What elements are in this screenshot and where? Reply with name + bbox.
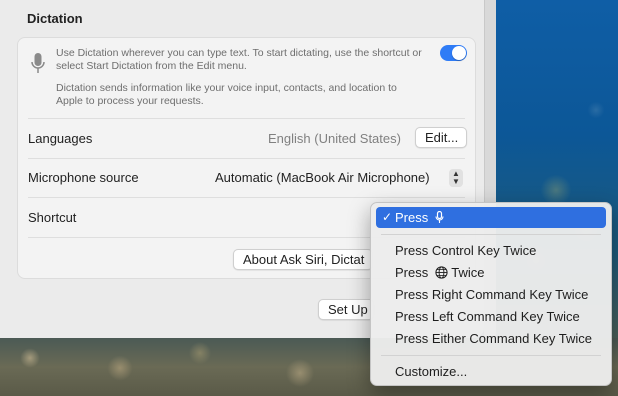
chevron-updown-icon: ▲ ▼ — [449, 169, 463, 187]
languages-label: Languages — [28, 131, 93, 146]
dictation-description: Use Dictation wherever you can type text… — [56, 47, 422, 72]
menu-item-either-command-twice[interactable]: Press Either Command Key Twice — [376, 328, 606, 349]
menu-item-suffix: Twice — [451, 265, 485, 280]
set-up-button[interactable]: Set Up — [318, 299, 374, 320]
edit-languages-button[interactable]: Edit... — [415, 127, 467, 148]
dictation-toggle[interactable] — [440, 45, 467, 61]
divider — [28, 118, 465, 119]
checkmark-icon: ✓ — [382, 210, 393, 224]
menu-item-right-command-twice[interactable]: Press Right Command Key Twice — [376, 284, 606, 305]
menu-item-control-twice[interactable]: Press Control Key Twice — [376, 240, 606, 261]
section-title: Dictation — [27, 11, 83, 26]
menu-item-press-mic[interactable]: ✓ Press — [376, 207, 606, 228]
menu-item-customize[interactable]: Customize... — [376, 361, 606, 382]
languages-value: English (United States) — [268, 131, 401, 146]
divider — [28, 158, 465, 159]
menu-item-label: Press — [395, 265, 429, 280]
shortcut-label: Shortcut — [28, 210, 77, 225]
menu-item-label: Press — [395, 210, 429, 225]
dictation-privacy-note: Dictation sends information like your vo… — [56, 82, 397, 107]
about-siri-button[interactable]: About Ask Siri, Dictat — [233, 249, 373, 270]
divider — [28, 197, 465, 198]
microphone-source-label: Microphone source — [28, 170, 139, 185]
mic-icon — [435, 209, 444, 230]
microphone-source-value: Automatic (MacBook Air Microphone) — [215, 170, 430, 185]
menu-separator — [381, 234, 601, 235]
menu-item-left-command-twice[interactable]: Press Left Command Key Twice — [376, 306, 606, 327]
menu-separator — [381, 355, 601, 356]
microphone-icon — [30, 52, 46, 76]
shortcut-menu: ✓ Press Press Control Key Twice Press Tw… — [370, 202, 612, 386]
globe-icon — [435, 264, 448, 285]
menu-item-globe-twice[interactable]: Press Twice — [376, 262, 606, 283]
